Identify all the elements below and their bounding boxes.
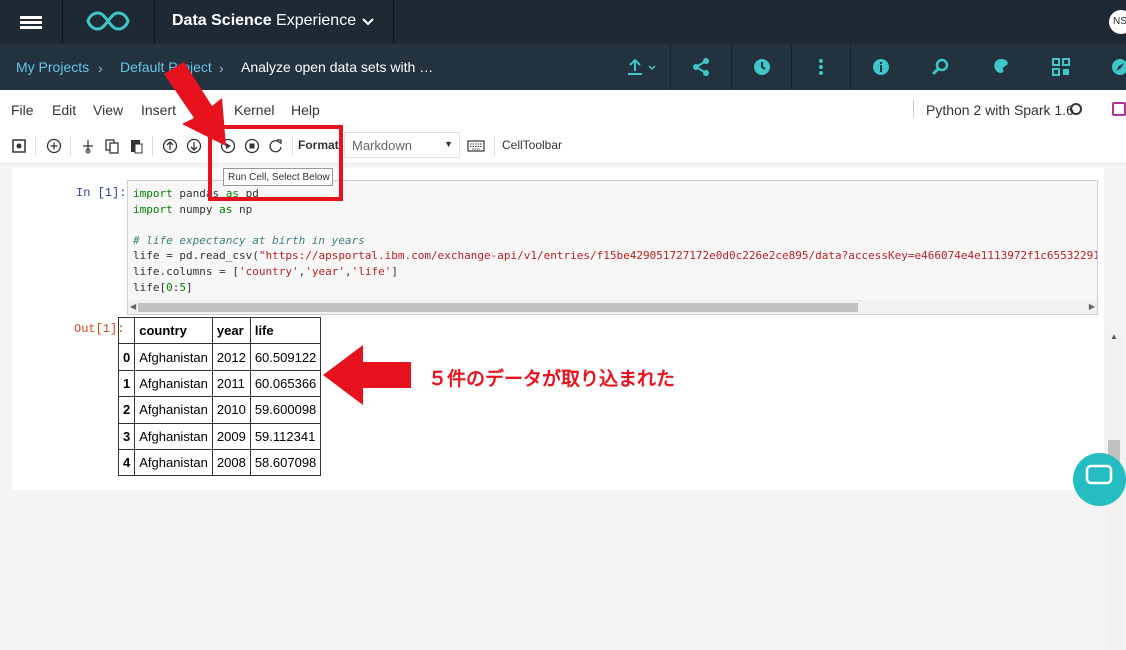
table-cell: Afghanistan — [134, 422, 213, 450]
divider — [70, 136, 71, 156]
paste-icon[interactable] — [126, 136, 146, 156]
table-cell: 59.600098 — [249, 396, 322, 424]
output-prompt: Out[1]: — [74, 322, 125, 336]
divider — [152, 136, 153, 156]
kernel-status-icon — [1070, 103, 1082, 115]
chat-icon[interactable] — [1073, 453, 1126, 506]
top-bar: Data Science Experience NS — [0, 0, 1126, 44]
row-index: 1 — [117, 369, 136, 398]
table-cell: 2009 — [211, 422, 251, 450]
code-line-6: life.columns = ['country','year','life'] — [133, 264, 398, 278]
share-icon[interactable] — [691, 57, 711, 77]
horizontal-scrollbar[interactable]: ◀ ▶ — [128, 300, 1097, 314]
chevron-down-icon: ▼ — [444, 139, 453, 149]
menu-view[interactable]: View — [93, 102, 123, 118]
table-cell: 2012 — [211, 343, 251, 371]
table-header — [117, 316, 136, 345]
code-line-4: # life expectancy at birth in years — [133, 233, 365, 247]
table-header-row: country year life — [117, 316, 322, 345]
output-table: country year life 0 Afghanistan 2012 60.509… — [117, 316, 322, 477]
row-index: 4 — [117, 448, 136, 477]
breadcrumb-current: Analyze open data sets with … — [241, 59, 434, 75]
table-row: 2 Afghanistan 2010 59.600098 — [117, 396, 322, 424]
divider — [393, 0, 394, 44]
input-prompt: In [1]: — [76, 186, 127, 200]
chevron-right-icon: › — [98, 60, 103, 76]
app-title[interactable]: Data Science Experience — [172, 12, 356, 30]
red-left-arrow-icon — [323, 345, 411, 405]
menu-edit[interactable]: Edit — [52, 102, 76, 118]
table-cell: 59.112341 — [249, 422, 322, 450]
add-cell-icon[interactable] — [44, 136, 64, 156]
annotation-text: ５件のデータが取り込まれた — [428, 369, 676, 390]
chevron-down-icon[interactable] — [360, 14, 376, 30]
table-cell: 58.607098 — [249, 448, 322, 477]
cell-toolbar-label[interactable]: CellToolbar — [502, 138, 562, 152]
menu-kernel[interactable]: Kernel — [234, 102, 274, 118]
breadcrumb-my-projects[interactable]: My Projects — [16, 59, 89, 75]
table-row: 0 Afghanistan 2012 60.509122 — [117, 343, 322, 371]
table-cell: Afghanistan — [134, 448, 213, 477]
table-cell: Afghanistan — [134, 369, 213, 398]
scroll-up-icon[interactable]: ▲ — [1110, 332, 1118, 341]
table-cell: 60.065366 — [249, 369, 322, 398]
scroll-left-icon[interactable]: ◀ — [130, 302, 136, 311]
row-index: 3 — [117, 422, 136, 450]
kernel-name: Python 2 with Spark 1.6 — [926, 102, 1074, 118]
scrollbar-thumb[interactable] — [138, 303, 858, 312]
table-cell: 2010 — [211, 396, 251, 424]
data-find-icon[interactable] — [931, 57, 951, 77]
palette-icon[interactable] — [991, 57, 1011, 77]
divider — [154, 0, 155, 44]
assets-panel-icon[interactable] — [1112, 102, 1126, 116]
compass-icon[interactable] — [1110, 57, 1126, 77]
save-icon[interactable] — [9, 136, 29, 156]
table-cell: 2008 — [211, 448, 251, 477]
table-row: 1 Afghanistan 2011 60.065366 — [117, 369, 322, 398]
qr-code-icon[interactable] — [1051, 57, 1071, 77]
menu-file[interactable]: File — [11, 102, 34, 118]
table-header: life — [249, 316, 322, 345]
row-index: 2 — [117, 396, 136, 424]
cut-icon[interactable] — [78, 136, 98, 156]
divider — [670, 44, 671, 90]
divider — [913, 100, 914, 118]
copy-icon[interactable] — [102, 136, 122, 156]
divider — [791, 44, 792, 90]
menu-help[interactable]: Help — [291, 102, 320, 118]
avatar[interactable]: NS — [1109, 10, 1126, 34]
divider — [494, 136, 495, 156]
code-line-7: life[0:5] — [133, 280, 193, 294]
red-arrow-icon — [164, 62, 226, 146]
table-cell: 60.509122 — [249, 343, 322, 371]
keyboard-icon[interactable] — [466, 136, 486, 156]
divider — [35, 136, 36, 156]
infinity-logo-icon[interactable] — [84, 10, 132, 32]
code-line-2: import numpy as np — [133, 202, 253, 216]
clock-icon[interactable] — [752, 57, 772, 77]
table-header: year — [211, 316, 251, 345]
table-header: country — [134, 316, 213, 345]
table-row: 3 Afghanistan 2009 59.112341 — [117, 422, 322, 450]
code-line-5: life = pd.read_csv("https://apsportal.ib… — [133, 249, 1098, 263]
cell-type-value: Markdown — [352, 138, 412, 153]
cell-type-select[interactable]: Markdown ▼ — [344, 132, 460, 158]
info-icon[interactable] — [871, 57, 891, 77]
table-cell: 2011 — [211, 369, 251, 398]
divider — [850, 44, 851, 90]
hamburger-menu-icon[interactable] — [0, 0, 62, 44]
more-vertical-icon[interactable] — [811, 57, 831, 77]
scroll-right-icon[interactable]: ▶ — [1089, 302, 1095, 311]
table-cell: Afghanistan — [134, 343, 213, 371]
upload-icon[interactable] — [626, 57, 658, 77]
table-cell: Afghanistan — [134, 396, 213, 424]
table-row: 4 Afghanistan 2008 58.607098 — [117, 448, 322, 477]
divider — [731, 44, 732, 90]
divider — [62, 0, 63, 44]
code-text: import pandas as pd import numpy as np #… — [133, 186, 1098, 295]
row-index: 0 — [117, 343, 136, 371]
